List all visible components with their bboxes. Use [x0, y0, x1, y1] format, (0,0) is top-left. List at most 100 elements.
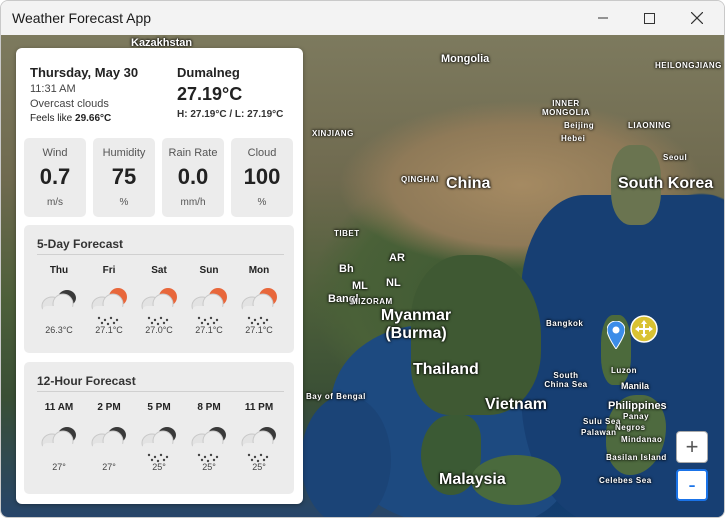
rain-cloud-icon — [134, 419, 184, 463]
forecast-label: 11 AM — [44, 402, 74, 413]
current-condition: Overcast clouds — [30, 98, 109, 110]
forecast-label: 8 PM — [197, 402, 221, 413]
map-label-malaysia: Malaysia — [439, 471, 506, 488]
high-low-temperature: H: 27.19°C / L: 27.19°C — [177, 109, 284, 120]
forecast-temperature: 25° — [152, 462, 166, 472]
current-temperature: 27.19°C — [177, 84, 243, 104]
forecast-temperature: 27.1°C — [195, 325, 223, 335]
stat-card-rain-rate: Rain Rate 0.0 mm/h — [162, 138, 224, 217]
current-date: Thursday, May 30 — [30, 65, 139, 80]
forecast-item: 5 PM 25° — [134, 402, 184, 472]
map-label-mongolia: Mongolia — [441, 53, 490, 65]
map-label-basilan: Basilan Island — [606, 453, 667, 462]
section-title: 12-Hour Forecast — [37, 374, 136, 388]
map-label-thailand: Thailand — [413, 361, 479, 378]
close-icon — [691, 12, 703, 24]
forecast-temperature: 25° — [202, 462, 216, 472]
overcast-cloud-icon — [34, 282, 84, 322]
stat-unit: mm/h — [180, 197, 206, 208]
overcast-cloud-icon — [34, 419, 84, 459]
forecast-label: 11 PM — [244, 402, 274, 413]
forecast-item: 2 PM 27° — [84, 402, 134, 472]
map-label-manila: Manila — [621, 381, 650, 391]
forecast-item: Mon 27.1°C — [234, 265, 284, 335]
move-handle-icon[interactable] — [630, 315, 658, 343]
city-name: Dumalneg — [177, 65, 240, 80]
forecast-label: Thu — [49, 265, 69, 276]
map-label-inner-mongolia: INNER MONGOLIA — [542, 99, 590, 117]
sun-rain-cloud-icon — [84, 282, 134, 326]
maximize-icon — [643, 12, 655, 24]
stat-label: Wind — [42, 147, 68, 159]
stat-unit: m/s — [46, 197, 64, 208]
rain-cloud-icon — [234, 419, 284, 463]
stat-card-humidity: Humidity 75 % — [93, 138, 155, 217]
close-button[interactable] — [673, 1, 721, 35]
stat-card-cloud: Cloud 100 % — [231, 138, 293, 217]
forecast-temperature: 27° — [102, 462, 116, 472]
forecast-temperature: 25° — [252, 462, 266, 472]
map-label-heilongjiang: HEILONGJIANG — [655, 61, 722, 70]
sun-rain-cloud-icon — [134, 282, 184, 326]
section-title: 5-Day Forecast — [37, 237, 124, 251]
stat-value: 0.0 — [177, 164, 209, 189]
map-label-panay: Panay — [623, 412, 650, 421]
maximize-button[interactable] — [625, 1, 673, 35]
feels-like-label: Feels like — [30, 113, 76, 124]
minus-icon: - — [688, 472, 696, 497]
map-label-ml: ML — [352, 280, 368, 292]
stat-label: Rain Rate — [168, 147, 218, 159]
stat-label: Cloud — [247, 147, 277, 159]
map-label-south-korea: South Korea — [618, 175, 714, 192]
forecast-label: 2 PM — [97, 402, 121, 413]
zoom-out-button[interactable]: - — [676, 469, 708, 501]
map-label-nl: NL — [386, 277, 401, 289]
zoom-in-button[interactable]: + — [676, 431, 708, 463]
map-label-luzon: Luzon — [611, 366, 638, 375]
map-label-myanmar: Myanmar (Burma) — [380, 307, 452, 342]
forecast-temperature: 26.3°C — [45, 325, 73, 335]
map-label-bangkok: Bangkok — [546, 319, 584, 328]
map-label-sulu-sea: Sulu Sea — [583, 417, 621, 426]
map-label-philippines: Philippines — [608, 400, 667, 412]
map-label-bay-of-bengal: Bay of Bengal — [306, 392, 366, 401]
stat-unit: % — [257, 197, 267, 208]
feels-like-value: 29.66°C — [75, 113, 112, 124]
five-day-forecast: 5-Day Forecast Thu 26.3°C Fri 27.1°C Sat 27.0… — [24, 225, 294, 353]
map-label-tibet: TIBET — [334, 229, 360, 238]
plus-icon: + — [685, 434, 699, 459]
forecast-temperature: 27° — [52, 462, 66, 472]
map-label-vietnam: Vietnam — [485, 396, 547, 413]
map-label-china: China — [446, 175, 491, 192]
divider — [37, 254, 284, 255]
map-label-ar: AR — [389, 252, 405, 264]
minimize-button[interactable] — [579, 1, 627, 35]
stat-unit: % — [119, 197, 129, 208]
forecast-item: 11 AM 27° — [34, 402, 84, 472]
map-label-south-china-sea: South China Sea — [544, 371, 588, 389]
forecast-item: Sun 27.1°C — [184, 265, 234, 335]
forecast-label: Fri — [102, 265, 116, 276]
weather-panel: Thursday, May 30 11:31 AM Overcast cloud… — [16, 48, 303, 504]
location-pin-icon[interactable] — [607, 321, 625, 349]
forecast-item: 11 PM 25° — [234, 402, 284, 472]
map-label-seoul: Seoul — [663, 153, 688, 162]
forecast-item: Sat 27.0°C — [134, 265, 184, 335]
forecast-temperature: 27.1°C — [95, 325, 123, 335]
rain-cloud-icon — [184, 419, 234, 463]
minimize-icon — [598, 17, 608, 19]
stat-card-wind: Wind 0.7 m/s — [24, 138, 86, 217]
overcast-cloud-icon — [84, 419, 134, 459]
feels-like: Feels like 29.66°C — [30, 113, 111, 124]
forecast-label: Sun — [199, 265, 219, 276]
title-bar: Weather Forecast App — [1, 1, 724, 35]
map-label-liaoning: LIAONING — [628, 121, 672, 130]
forecast-temperature: 27.1°C — [245, 325, 273, 335]
map-label-celebes-sea: Celebes Sea — [599, 476, 652, 485]
window-title: Weather Forecast App — [12, 10, 152, 26]
map-label-mizoram: MIZORAM — [351, 297, 393, 306]
map-label-xinjiang: XINJIANG — [312, 129, 354, 138]
forecast-label: Sat — [151, 265, 167, 276]
sun-rain-cloud-icon — [184, 282, 234, 326]
map-label-mindanao: Mindanao — [621, 435, 663, 444]
